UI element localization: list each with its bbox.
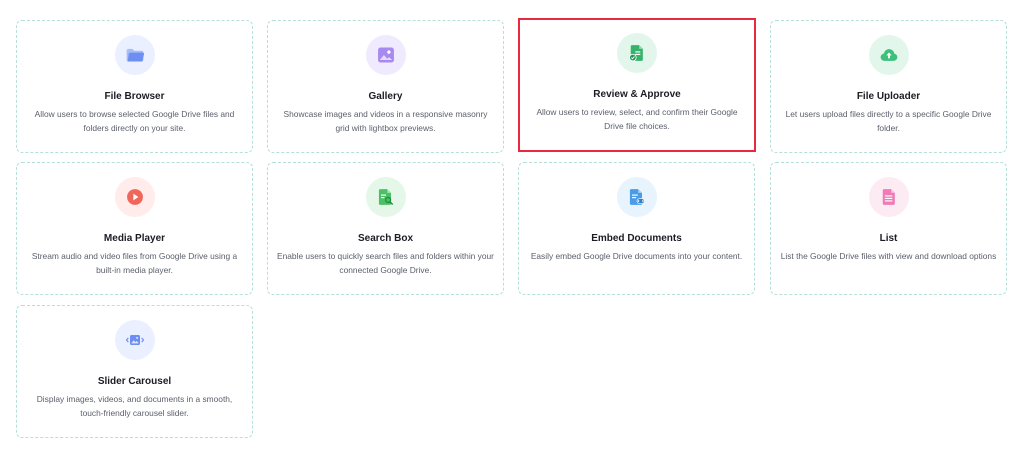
- folder-icon: [126, 48, 144, 62]
- module-title: Review & Approve: [593, 89, 681, 100]
- carousel-icon-wrap: [114, 320, 155, 360]
- module-description: Allow users to review, select, and confi…: [536, 107, 738, 131]
- module-title: Media Player: [103, 233, 166, 244]
- module-card-review-approve[interactable]: Review & Approve Allow users to review, …: [518, 18, 756, 152]
- module-description: Easily embed Google Drive documents into…: [530, 251, 743, 261]
- module-description: List the Google Drive files with view an…: [780, 251, 997, 261]
- module-title: List: [879, 233, 898, 244]
- play-icon: [126, 189, 143, 205]
- module-title: File Uploader: [856, 91, 921, 102]
- module-card-search-box[interactable]: Search Box Enable users to quickly searc…: [267, 162, 504, 295]
- module-card-media-player[interactable]: Media Player Stream audio and video file…: [16, 162, 253, 295]
- image-icon: [377, 47, 394, 63]
- play-icon-wrap: [114, 177, 155, 217]
- document-check-icon-wrap: [617, 33, 657, 73]
- module-card-file-uploader[interactable]: File Uploader Let users upload files dir…: [770, 20, 1007, 153]
- module-title: Gallery: [368, 91, 403, 102]
- cloud-upload-icon: [880, 49, 897, 61]
- module-title: Slider Carousel: [97, 376, 172, 387]
- folder-icon-wrap: [114, 35, 155, 75]
- document-check-icon: [629, 45, 643, 62]
- embed-document-icon-wrap: [616, 177, 657, 217]
- carousel-icon: [125, 335, 144, 345]
- module-title: File Browser: [104, 91, 165, 102]
- module-card-embed-documents[interactable]: Embed Documents Easily embed Google Driv…: [518, 162, 755, 295]
- module-description: Let users upload files directly to a spe…: [785, 109, 992, 133]
- module-description: Display images, videos, and documents in…: [36, 394, 233, 418]
- list-document-icon: [882, 189, 895, 205]
- module-description: Stream audio and video files from Google…: [31, 251, 238, 275]
- module-card-slider-carousel[interactable]: Slider Carousel Display images, videos, …: [16, 305, 253, 438]
- module-card-file-browser[interactable]: File Browser Allow users to browse selec…: [16, 20, 253, 153]
- module-description: Showcase images and videos in a responsi…: [283, 109, 488, 133]
- module-card-list[interactable]: List List the Google Drive files with vi…: [770, 162, 1007, 295]
- module-grid: File Browser Allow users to browse selec…: [0, 0, 1024, 452]
- list-document-icon-wrap: [868, 177, 909, 217]
- search-document-icon: [378, 189, 393, 206]
- embed-document-icon: [629, 189, 645, 205]
- module-description: Enable users to quickly search files and…: [277, 251, 494, 275]
- module-title: Embed Documents: [591, 233, 682, 244]
- module-title: Search Box: [357, 233, 414, 244]
- image-icon-wrap: [365, 35, 406, 75]
- search-document-icon-wrap: [365, 177, 406, 217]
- module-card-gallery[interactable]: Gallery Showcase images and videos in a …: [267, 20, 504, 153]
- module-description: Allow users to browse selected Google Dr…: [34, 109, 235, 133]
- cloud-upload-icon-wrap: [868, 35, 909, 75]
